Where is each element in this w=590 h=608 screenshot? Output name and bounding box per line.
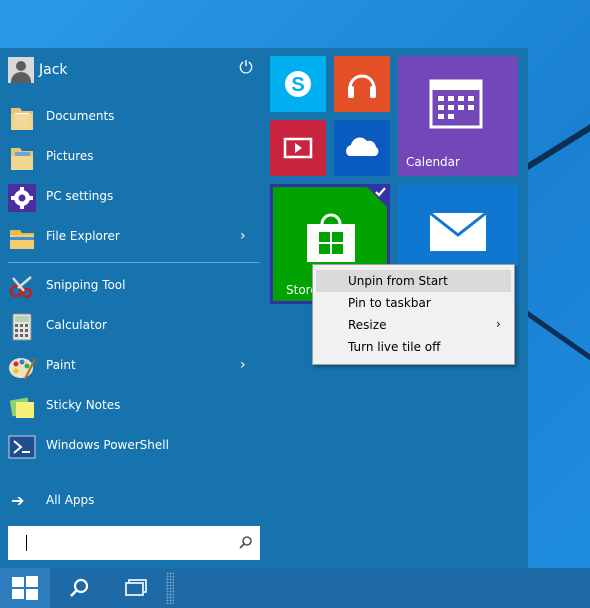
- calculator-icon: [12, 313, 32, 341]
- tile-label: Calendar: [406, 155, 460, 169]
- menu-item-label: Documents: [46, 109, 115, 123]
- taskbar: [0, 568, 590, 608]
- wallpaper-stripe: [520, 104, 590, 174]
- cloud-icon: [346, 137, 379, 156]
- taskbar-grip[interactable]: [166, 572, 174, 604]
- context-item-resize[interactable]: Resize ›: [316, 314, 511, 336]
- user-avatar-icon: [8, 57, 34, 83]
- mail-icon: [429, 211, 487, 251]
- context-item-pin-to-taskbar[interactable]: Pin to taskbar: [316, 292, 511, 314]
- windows-logo-icon: [12, 576, 38, 600]
- arrow-right-icon: ➔: [11, 491, 25, 510]
- tile-onedrive[interactable]: [334, 120, 390, 176]
- menu-item-windows-powershell[interactable]: Windows PowerShell: [0, 427, 268, 467]
- tile-context-menu: Unpin from Start Pin to taskbar Resize ›…: [312, 264, 515, 365]
- powershell-icon: [8, 435, 36, 459]
- text-cursor: [26, 535, 27, 551]
- search-icon: [70, 578, 89, 597]
- user-account[interactable]: Jack: [8, 56, 68, 84]
- video-icon: [283, 137, 313, 159]
- menu-item-label: Paint: [46, 358, 76, 372]
- gear-icon: [8, 184, 36, 212]
- menu-item-documents[interactable]: Documents: [0, 98, 268, 138]
- pictures-folder-icon: [11, 148, 33, 170]
- svg-text:S: S: [291, 74, 304, 96]
- divider: [8, 262, 260, 263]
- menu-item-sticky-notes[interactable]: Sticky Notes: [0, 387, 268, 427]
- chevron-right-icon: ›: [496, 317, 501, 331]
- context-item-label: Turn live tile off: [348, 340, 441, 354]
- context-item-turn-live-tile-off[interactable]: Turn live tile off: [316, 336, 511, 358]
- menu-item-file-explorer[interactable]: File Explorer ›: [0, 218, 268, 258]
- wallpaper-stripe: [521, 308, 590, 370]
- skype-icon: S: [285, 71, 311, 97]
- store-bag-icon: [307, 213, 355, 262]
- search-box[interactable]: [8, 526, 260, 560]
- snipping-tool-icon: [9, 276, 33, 299]
- sticky-notes-icon: [9, 397, 34, 418]
- menu-item-pc-settings[interactable]: PC settings: [0, 178, 268, 218]
- menu-item-label: Pictures: [46, 149, 94, 163]
- menu-item-paint[interactable]: Paint ›: [0, 347, 268, 387]
- chevron-right-icon[interactable]: ›: [240, 357, 246, 373]
- menu-item-pictures[interactable]: Pictures: [0, 138, 268, 178]
- chevron-right-icon[interactable]: ›: [240, 228, 246, 244]
- selected-check-icon: [364, 184, 390, 210]
- tile-video[interactable]: [270, 120, 326, 176]
- menu-item-label: File Explorer: [46, 229, 120, 243]
- all-apps-label: All Apps: [46, 493, 95, 507]
- search-icon[interactable]: [238, 534, 254, 550]
- menu-item-snipping-tool[interactable]: Snipping Tool: [0, 267, 268, 307]
- task-view-icon: [125, 579, 147, 596]
- menu-item-label: Calculator: [46, 318, 107, 332]
- taskbar-search-button[interactable]: [56, 568, 102, 608]
- user-name: Jack: [39, 62, 68, 78]
- paint-palette-icon: [9, 358, 36, 380]
- context-item-label: Pin to taskbar: [348, 296, 431, 310]
- tile-music[interactable]: [334, 56, 390, 112]
- headphones-icon: [348, 74, 376, 98]
- menu-item-label: Windows PowerShell: [46, 438, 169, 452]
- context-item-unpin-from-start[interactable]: Unpin from Start: [316, 270, 511, 292]
- start-left-pane: Jack ⏻ Documents Pictures PC settings Fi…: [0, 48, 268, 568]
- context-item-label: Resize: [348, 318, 387, 332]
- documents-folder-icon: [11, 108, 33, 130]
- menu-item-label: Snipping Tool: [46, 278, 126, 292]
- menu-item-label: PC settings: [46, 189, 114, 203]
- start-button[interactable]: [0, 568, 50, 608]
- task-view-button[interactable]: [112, 568, 158, 608]
- menu-item-label: Sticky Notes: [46, 398, 121, 412]
- calendar-icon: [429, 79, 483, 129]
- power-icon[interactable]: ⏻: [236, 58, 256, 78]
- menu-item-calculator[interactable]: Calculator: [0, 307, 268, 347]
- file-explorer-icon: [10, 230, 34, 249]
- tile-skype[interactable]: S: [270, 56, 326, 112]
- tile-calendar[interactable]: Calendar: [398, 56, 518, 176]
- context-item-label: Unpin from Start: [348, 274, 448, 288]
- all-apps-button[interactable]: ➔ All Apps: [0, 482, 268, 522]
